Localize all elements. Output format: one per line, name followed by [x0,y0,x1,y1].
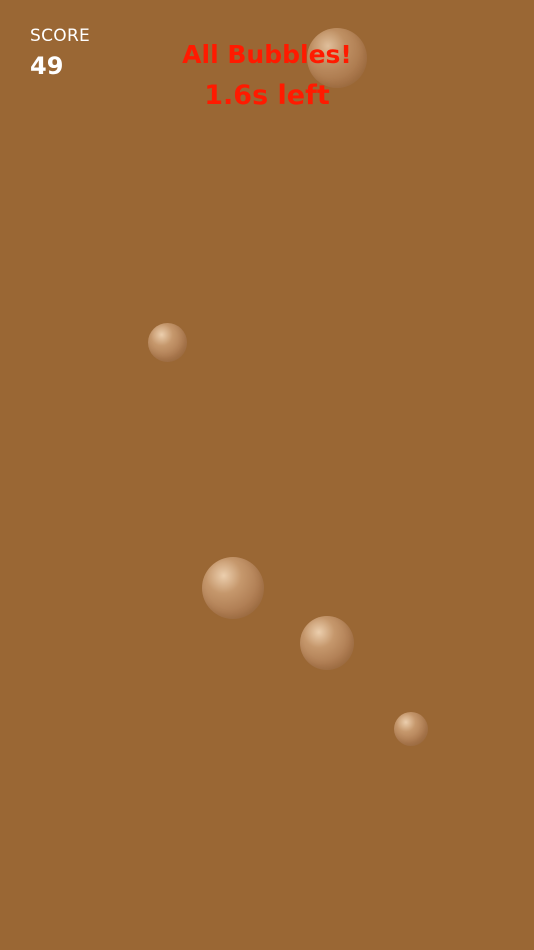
bubble[interactable] [148,323,187,362]
bubble[interactable] [300,616,354,670]
bubble[interactable] [202,557,264,619]
game-screen[interactable]: SCORE 49 All Bubbles! 1.6s left [0,0,534,950]
bonus-banner-title: All Bubbles! [182,40,352,69]
bonus-timer: 1.6s left [204,80,330,111]
bubble[interactable] [394,712,428,746]
